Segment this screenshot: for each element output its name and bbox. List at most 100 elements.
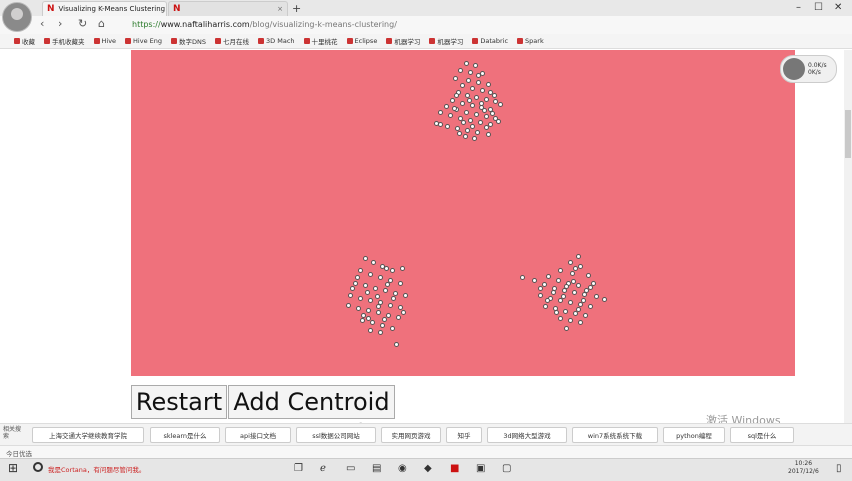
bookmark-label: 数字DNS bbox=[179, 38, 207, 46]
url-field[interactable]: https://www.naftaliharris.com/blog/visua… bbox=[132, 18, 397, 31]
notification-icon[interactable]: ▯ bbox=[836, 463, 842, 474]
data-point bbox=[389, 267, 395, 273]
data-point bbox=[567, 299, 573, 305]
app-icon[interactable]: ▣ bbox=[476, 463, 485, 474]
bookmark-item[interactable]: 七月在线 bbox=[215, 36, 249, 46]
back-icon[interactable]: ‹ bbox=[40, 17, 44, 30]
data-point bbox=[495, 118, 501, 124]
browser-app-icon[interactable]: ■ bbox=[450, 463, 459, 474]
maximize-icon[interactable]: ☐ bbox=[814, 2, 823, 13]
taskbar-search-text[interactable]: 我是Cortana，有问题尽管问我。 bbox=[48, 464, 145, 474]
page-scrollbar[interactable] bbox=[844, 50, 852, 430]
minimize-icon[interactable]: – bbox=[796, 2, 801, 13]
data-point bbox=[587, 303, 593, 309]
data-point bbox=[560, 293, 566, 299]
data-point bbox=[570, 278, 576, 284]
related-search-chip[interactable]: sklearn是什么 bbox=[150, 427, 220, 443]
reload-icon[interactable]: ↻ bbox=[78, 17, 87, 30]
windows-start-icon[interactable]: ⊞ bbox=[8, 461, 18, 475]
file-explorer-icon[interactable]: ▭ bbox=[346, 463, 355, 474]
bookmark-label: 机器学习 bbox=[394, 38, 421, 46]
tab-active[interactable]: N Visualizing K-Means Clustering × bbox=[42, 1, 167, 16]
bookmark-item[interactable]: 手机收藏夹 bbox=[44, 36, 85, 46]
related-search-chip[interactable]: win7系统系统下载 bbox=[572, 427, 658, 443]
related-search-chip[interactable]: ssl数据公司网站 bbox=[296, 427, 376, 443]
task-view-icon[interactable]: ❐ bbox=[294, 463, 303, 474]
data-point bbox=[583, 287, 589, 293]
related-search-chip[interactable]: sql是什么 bbox=[730, 427, 794, 443]
data-point bbox=[590, 280, 596, 286]
taskbar-clock[interactable]: 10:26 2017/12/6 bbox=[788, 460, 819, 476]
bookmark-label: Hive bbox=[101, 37, 117, 45]
tab-favicon-icon: N bbox=[47, 4, 55, 14]
data-point bbox=[463, 109, 469, 115]
data-point bbox=[382, 287, 388, 293]
clock-time: 10:26 bbox=[794, 460, 813, 467]
bookmark-item[interactable]: 十里桃花 bbox=[303, 36, 338, 46]
close-tab-icon[interactable]: × bbox=[277, 5, 283, 13]
scrollbar-thumb[interactable] bbox=[845, 110, 851, 158]
data-point bbox=[357, 295, 363, 301]
bookmark-icon bbox=[258, 38, 265, 44]
data-point bbox=[481, 107, 487, 113]
bookmark-label: Spark bbox=[525, 37, 544, 45]
bookmark-icon bbox=[215, 38, 222, 44]
add-centroid-button[interactable]: Add Centroid bbox=[228, 385, 395, 419]
store-icon[interactable]: ▤ bbox=[372, 463, 381, 474]
data-point bbox=[473, 94, 479, 100]
related-search-chip[interactable]: 知乎 bbox=[446, 427, 482, 443]
related-search-chip[interactable]: api接口文档 bbox=[225, 427, 291, 443]
bookmark-item[interactable]: Databric bbox=[472, 37, 508, 45]
bookmark-item[interactable]: 收藏 bbox=[14, 36, 35, 46]
data-point bbox=[393, 341, 399, 347]
home-icon[interactable]: ⌂ bbox=[98, 17, 105, 30]
bookmark-item[interactable]: Eclipse bbox=[346, 37, 378, 45]
related-search-chip[interactable]: 实用网页游戏 bbox=[381, 427, 441, 443]
bookmark-item[interactable]: 3D Mach bbox=[258, 37, 295, 45]
data-point bbox=[601, 296, 607, 302]
speed-ball-icon bbox=[783, 58, 805, 80]
related-search-chip[interactable]: 上海交通大学继续教育学院 bbox=[32, 427, 144, 443]
bookmark-label: Eclipse bbox=[354, 37, 378, 45]
data-point bbox=[453, 92, 459, 98]
data-point bbox=[537, 285, 543, 291]
edge-icon[interactable]: ℯ bbox=[320, 463, 326, 474]
data-point bbox=[349, 285, 355, 291]
bookmark-item[interactable]: Spark bbox=[517, 37, 544, 45]
forward-icon[interactable]: › bbox=[58, 17, 62, 30]
restart-button[interactable]: Restart bbox=[131, 385, 227, 419]
cortana-icon[interactable] bbox=[33, 462, 43, 472]
bookmark-item[interactable]: Hive Eng bbox=[125, 37, 162, 45]
status-left-text: 今日优选 bbox=[6, 450, 32, 458]
bookmark-icon bbox=[125, 38, 132, 44]
data-point bbox=[357, 267, 363, 273]
bookmark-item[interactable]: 数字DNS bbox=[171, 36, 206, 46]
clock-date: 2017/12/6 bbox=[788, 468, 819, 475]
data-point bbox=[492, 98, 498, 104]
bookmark-item[interactable]: Hive bbox=[93, 37, 117, 45]
user-avatar[interactable] bbox=[2, 2, 32, 32]
data-point bbox=[557, 267, 563, 273]
bookmark-icon bbox=[44, 38, 50, 44]
close-window-icon[interactable]: ✕ bbox=[834, 2, 842, 13]
tab-inactive[interactable]: N × bbox=[168, 1, 288, 16]
data-point bbox=[475, 72, 481, 78]
kmeans-canvas[interactable] bbox=[131, 50, 795, 376]
data-point bbox=[452, 75, 458, 81]
related-search-chip[interactable]: 3d网络大型游戏 bbox=[487, 427, 567, 443]
bookmark-item[interactable]: 机器学习 bbox=[429, 36, 463, 46]
data-point bbox=[374, 293, 380, 299]
app-icon[interactable]: ◆ bbox=[424, 463, 432, 474]
app-icon[interactable]: ▢ bbox=[502, 463, 511, 474]
data-point bbox=[485, 81, 491, 87]
data-point bbox=[460, 119, 466, 125]
data-point bbox=[462, 133, 468, 139]
new-tab-button[interactable]: + bbox=[292, 2, 301, 15]
data-point bbox=[437, 121, 443, 127]
data-point bbox=[478, 100, 484, 106]
app-icon[interactable]: ◉ bbox=[398, 463, 407, 474]
network-speed-widget[interactable]: 0.0K/s 0K/s bbox=[780, 55, 837, 83]
related-search-chip[interactable]: python编程 bbox=[663, 427, 725, 443]
close-tab-icon[interactable]: × bbox=[165, 5, 166, 13]
bookmark-item[interactable]: 机器学习 bbox=[386, 36, 420, 46]
